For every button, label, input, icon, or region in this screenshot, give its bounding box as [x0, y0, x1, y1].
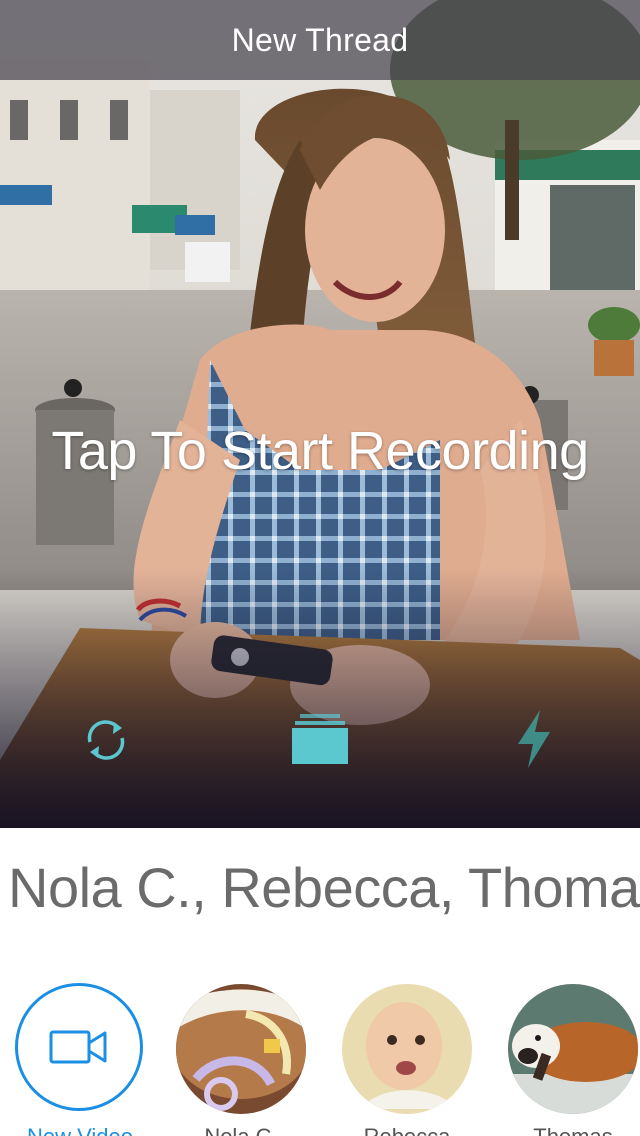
- avatar: [342, 984, 472, 1114]
- switch-camera-icon: [87, 720, 125, 760]
- nav-title: New Thread: [231, 21, 409, 58]
- avatar: [508, 984, 638, 1114]
- contact-label-rebecca: Rebecca: [327, 1124, 487, 1136]
- contact-avatar-thomas[interactable]: [508, 984, 638, 1114]
- gallery-icon: [292, 714, 348, 764]
- new-thread-screen: Tap To Start Recording New Thread Nola C…: [0, 0, 640, 1136]
- video-camera-icon: [49, 1030, 107, 1064]
- new-video-button[interactable]: [15, 983, 143, 1111]
- contact-avatar-nola[interactable]: [176, 984, 306, 1114]
- avatar: [176, 984, 306, 1114]
- contact-label-new-video: New Video: [0, 1124, 160, 1136]
- switch-camera-button[interactable]: [78, 712, 134, 768]
- contact-label-nola: Nola C.: [161, 1124, 321, 1136]
- flash-icon: [518, 710, 550, 768]
- recipients-field[interactable]: Nola C., Rebecca, Thomas: [8, 855, 640, 920]
- tap-to-record-label[interactable]: Tap To Start Recording: [0, 420, 640, 482]
- camera-preview[interactable]: Tap To Start Recording: [0, 0, 640, 828]
- navigation-bar: New Thread: [0, 0, 640, 80]
- contact-avatar-rebecca[interactable]: [342, 984, 472, 1114]
- flash-button[interactable]: [514, 708, 554, 770]
- contact-label-thomas: Thomas: [493, 1124, 640, 1136]
- camera-preview-image: [0, 0, 640, 828]
- gallery-button[interactable]: [290, 712, 350, 766]
